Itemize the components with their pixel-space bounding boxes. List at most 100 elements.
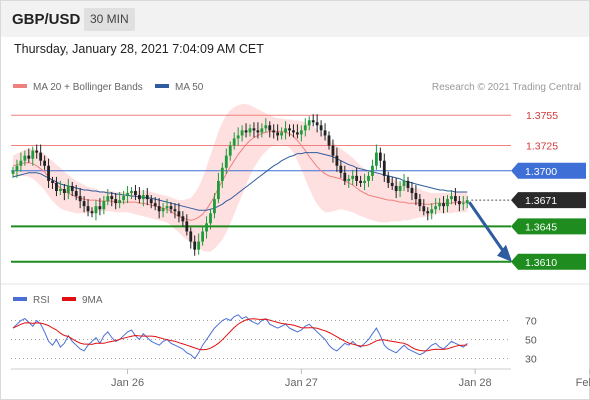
candle-body (418, 199, 422, 207)
support-level-label: 1.3610 (525, 257, 557, 269)
candle-body (189, 231, 193, 242)
candle-body (197, 241, 201, 250)
candle-body (232, 138, 236, 146)
candle-body (446, 199, 449, 207)
candle-body (248, 128, 252, 133)
x-axis-tick-label: Jan 26 (111, 377, 144, 389)
candle-body (323, 130, 327, 136)
candle-body (465, 200, 469, 204)
x-axis-tick-label: Jan 28 (459, 377, 492, 389)
candle-body (430, 209, 434, 214)
ma20-legend-label: MA 20 + Bollinger Bands (33, 82, 143, 93)
x-axis-tick-label: Jan 27 (285, 377, 318, 389)
candle-body (110, 196, 114, 200)
candle-body (213, 199, 216, 214)
candle-body (130, 191, 133, 194)
candle-body (268, 125, 272, 131)
candle-body (296, 132, 299, 135)
candle-body (307, 120, 311, 126)
resistance-level-label: 1.3755 (526, 110, 558, 122)
candle-body (126, 193, 129, 197)
chart-legend: MA 20 + Bollinger Bands MA 50 Research ©… (13, 82, 581, 93)
candle-body (359, 180, 362, 183)
rsi-ma-line (12, 318, 468, 352)
candle-body (39, 152, 43, 161)
candle-body (70, 185, 74, 192)
candle-body (220, 167, 224, 181)
candle-body (209, 213, 212, 224)
candle-body (122, 196, 125, 201)
candle-body (31, 150, 35, 159)
candle-body (236, 135, 240, 139)
candle-body (181, 216, 185, 222)
candle-body (51, 180, 54, 183)
candle-body (311, 120, 315, 123)
candle-body (193, 241, 197, 250)
candle-body (35, 150, 39, 153)
candle-body (205, 223, 208, 232)
candle-body (47, 165, 50, 181)
candle-body (284, 128, 287, 133)
candle-body (55, 182, 58, 192)
price-chart: MA 20 + Bollinger Bands MA 50 Research ©… (1, 82, 590, 389)
candle-body (102, 201, 106, 210)
support-level-label: 1.3645 (525, 221, 557, 233)
rsi-line (12, 314, 468, 360)
candle-body (252, 128, 256, 131)
candle-body (454, 196, 457, 202)
rsi-ma-legend-label: 9MA (82, 295, 103, 306)
candle-body (398, 185, 402, 192)
candle-body (23, 155, 27, 161)
candle-body (217, 180, 220, 200)
candle-body (351, 175, 355, 179)
candle-body (224, 155, 228, 168)
rsi-indicator-layer: 70 50 30 (11, 314, 537, 366)
candle-body (299, 130, 303, 135)
candle (378, 147, 382, 168)
candle-body (134, 191, 137, 196)
candle-body (347, 178, 351, 181)
candle-body (43, 160, 46, 166)
credit-text: Research © 2021 Trading Central (432, 82, 581, 93)
candle-body (461, 203, 465, 205)
candle-body (367, 175, 370, 181)
candle-body (450, 196, 453, 200)
candle-body (141, 195, 145, 200)
candle-body (335, 155, 339, 166)
forecast-arrow-layer (468, 201, 512, 262)
candle-body (272, 130, 276, 133)
rsi-ma-legend-swatch (62, 297, 76, 301)
candle-body (363, 180, 366, 183)
candle-body (414, 193, 418, 200)
candle-body (15, 165, 19, 171)
candle-body (82, 201, 86, 207)
candle-body (66, 185, 70, 194)
candle-body (339, 165, 343, 173)
candle-body (355, 175, 359, 181)
candle-body (74, 191, 78, 197)
candle-body (303, 125, 307, 131)
candle-body (90, 211, 94, 214)
candle-body (118, 200, 122, 204)
candle-body (169, 206, 173, 210)
candle-body (138, 195, 141, 200)
candle-body (434, 206, 438, 210)
candle-body (165, 206, 169, 209)
candle-body (244, 130, 248, 133)
candle-body (319, 125, 323, 131)
candle-body (426, 211, 430, 214)
x-axis-labels: Jan 26 Jan 27 Jan 28 Feb 5 (111, 369, 590, 389)
candle-body (145, 195, 149, 200)
bollinger-band (13, 104, 468, 252)
candle-body (394, 185, 398, 192)
candle-body (228, 145, 232, 156)
ma20-legend-swatch (13, 84, 27, 88)
candle-body (438, 203, 441, 207)
price-labels-layer: 1.3755 1.3725 1.3700 1.3671 1.3645 1.3610 (511, 110, 586, 270)
candle-body (11, 170, 15, 174)
candle-body (106, 196, 110, 202)
candle-body (390, 182, 394, 186)
candle-body (86, 206, 90, 212)
candle-body (371, 165, 374, 176)
candle-body (382, 160, 386, 176)
